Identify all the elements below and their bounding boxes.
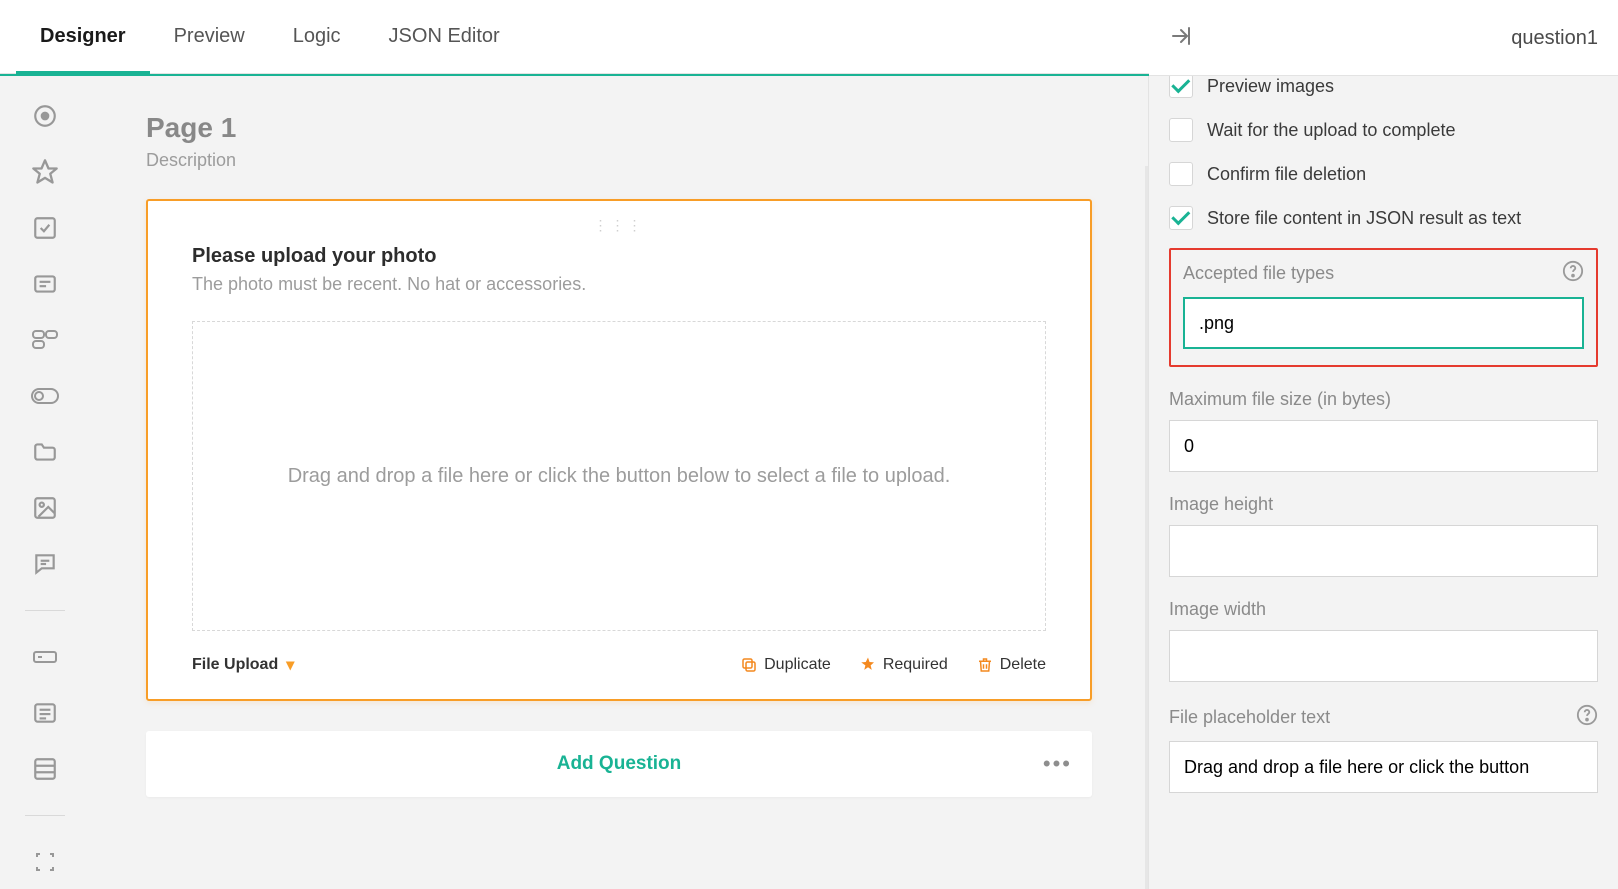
rail-separator — [25, 815, 65, 816]
multipletext-icon — [32, 700, 58, 726]
tool-checkbox[interactable] — [29, 212, 61, 244]
question-type-label: File Upload — [192, 656, 278, 674]
tool-radiogroup[interactable] — [29, 100, 61, 132]
designer-canvas[interactable]: Page 1 Description ⋮⋮⋮ Please upload you… — [90, 76, 1148, 889]
question-footer: File Upload ▾ Duplicate Required Delete — [192, 655, 1046, 675]
folder-icon — [32, 439, 58, 465]
duplicate-button[interactable]: Duplicate — [740, 656, 831, 674]
tab-preview[interactable]: Preview — [150, 0, 269, 73]
tool-comment[interactable] — [29, 548, 61, 580]
file-dropzone[interactable]: Drag and drop a file here or click the b… — [192, 321, 1046, 631]
required-label: Required — [883, 656, 948, 674]
singleinput-icon — [32, 648, 58, 666]
checkbox-label: Preview images — [1207, 76, 1334, 97]
help-icon[interactable] — [1576, 704, 1598, 731]
field-label-accepted-types: Accepted file types — [1183, 263, 1334, 284]
delete-button[interactable]: Delete — [976, 656, 1046, 674]
checkbox-store-json[interactable]: Store file content in JSON result as tex… — [1169, 196, 1598, 240]
collapse-right-icon — [1169, 24, 1193, 48]
topbar-tabs: Designer Preview Logic JSON Editor — [0, 0, 524, 73]
tab-json-editor[interactable]: JSON Editor — [365, 0, 524, 73]
duplicate-icon — [740, 656, 758, 674]
field-label-max-size: Maximum file size (in bytes) — [1169, 389, 1391, 410]
tool-singleinput[interactable] — [29, 641, 61, 673]
question-description[interactable]: The photo must be recent. No hat or acce… — [192, 274, 1046, 295]
tool-dropdown[interactable] — [29, 268, 61, 300]
tool-expand[interactable] — [29, 846, 61, 878]
question-card[interactable]: ⋮⋮⋮ Please upload your photo The photo m… — [146, 199, 1092, 701]
checkbox-label: Wait for the upload to complete — [1207, 120, 1455, 141]
add-question-button[interactable]: Add Question — [557, 753, 682, 775]
required-button[interactable]: Required — [859, 656, 948, 674]
checkbox-wait-upload[interactable]: Wait for the upload to complete — [1169, 108, 1598, 152]
page-description[interactable]: Description — [146, 150, 1092, 171]
toolbox-rail — [0, 76, 90, 889]
checkbox-input[interactable] — [1169, 118, 1193, 142]
caret-down-icon: ▾ — [286, 655, 294, 675]
tool-image[interactable] — [29, 492, 61, 524]
panel-icon — [32, 756, 58, 782]
tab-logic[interactable]: Logic — [269, 0, 365, 73]
drag-handle-icon[interactable]: ⋮⋮⋮ — [594, 217, 645, 234]
required-icon — [859, 656, 877, 674]
tool-file[interactable] — [29, 436, 61, 468]
field-label-placeholder-text: File placeholder text — [1169, 707, 1330, 728]
tagbox-icon — [31, 329, 59, 351]
dropdown-icon — [32, 271, 58, 297]
checkbox-input[interactable] — [1169, 206, 1193, 230]
radiogroup-icon — [32, 103, 58, 129]
tool-rating[interactable] — [29, 156, 61, 188]
duplicate-label: Duplicate — [764, 656, 831, 674]
image-height-input[interactable] — [1169, 525, 1598, 577]
properties-header: question1 — [1149, 2, 1618, 76]
checkbox-input[interactable] — [1169, 162, 1193, 186]
image-icon — [32, 495, 58, 521]
selected-element-name: question1 — [1193, 27, 1598, 50]
checkbox-label: Store file content in JSON result as tex… — [1207, 208, 1521, 229]
tool-panel[interactable] — [29, 753, 61, 785]
tool-tagbox[interactable] — [29, 324, 61, 356]
tool-boolean[interactable] — [29, 380, 61, 412]
rail-separator — [25, 610, 65, 611]
comment-icon — [32, 551, 58, 577]
main-area: Page 1 Description ⋮⋮⋮ Please upload you… — [0, 74, 1618, 889]
tool-multipletext[interactable] — [29, 697, 61, 729]
tab-designer[interactable]: Designer — [16, 0, 150, 73]
add-question-more-button[interactable]: ••• — [1043, 751, 1072, 777]
checkbox-icon — [32, 215, 58, 241]
scrollbar[interactable] — [1145, 166, 1148, 889]
accepted-file-types-input[interactable] — [1183, 297, 1584, 349]
question-title[interactable]: Please upload your photo — [192, 245, 1046, 268]
checkbox-confirm-delete[interactable]: Confirm file deletion — [1169, 152, 1598, 196]
accepted-file-types-highlight: Accepted file types — [1169, 248, 1598, 367]
checkbox-preview-images[interactable]: Preview images — [1169, 76, 1598, 108]
field-label-image-width: Image width — [1169, 599, 1266, 620]
field-label-image-height: Image height — [1169, 494, 1273, 515]
dropzone-text: Drag and drop a file here or click the b… — [288, 461, 951, 491]
trash-icon — [976, 656, 994, 674]
boolean-icon — [30, 387, 60, 405]
add-question-bar: Add Question ••• — [146, 731, 1092, 797]
page-title[interactable]: Page 1 — [146, 112, 1092, 144]
expand-icon — [33, 850, 57, 874]
delete-label: Delete — [1000, 656, 1046, 674]
checkbox-label: Confirm file deletion — [1207, 164, 1366, 185]
help-icon[interactable] — [1562, 260, 1584, 287]
checkbox-input[interactable] — [1169, 76, 1193, 98]
collapse-panel-button[interactable] — [1169, 24, 1193, 53]
placeholder-text-input[interactable] — [1169, 741, 1598, 793]
question-type-selector[interactable]: File Upload ▾ — [192, 655, 294, 675]
properties-panel: question1 Preview images Wait for the up… — [1148, 76, 1618, 889]
image-width-input[interactable] — [1169, 630, 1598, 682]
max-file-size-input[interactable] — [1169, 420, 1598, 472]
star-icon — [31, 158, 59, 186]
